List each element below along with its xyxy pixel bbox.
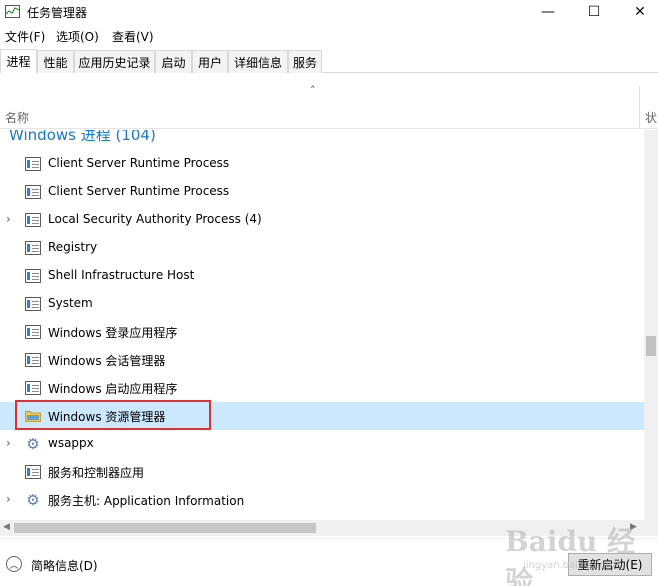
tab-strip: 进程 性能 应用历史记录 启动 用户 详细信息 服务 <box>0 49 658 73</box>
tab-users[interactable]: 用户 <box>192 50 228 73</box>
vertical-scrollbar[interactable] <box>644 130 658 520</box>
scroll-right-icon[interactable]: ▶ <box>630 522 637 532</box>
column-header: ˄ 名称 状 <box>0 74 658 129</box>
process-row[interactable]: Windows 启动应用程序 <box>0 374 644 402</box>
task-manager-icon <box>5 5 20 18</box>
process-name: 服务主机: Application Information <box>48 494 245 508</box>
vertical-scrollbar-thumb[interactable] <box>646 336 656 356</box>
process-name: 服务和控制器应用 <box>48 466 145 480</box>
window-title: 任务管理器 <box>27 6 88 20</box>
scroll-left-icon[interactable]: ◀ <box>3 522 10 532</box>
close-button[interactable]: ✕ <box>617 0 658 24</box>
window-icon <box>25 157 41 171</box>
window-icon <box>25 297 41 311</box>
horizontal-scrollbar-thumb[interactable] <box>14 523 316 533</box>
window-icon <box>25 353 41 367</box>
window-icon <box>25 241 41 255</box>
window-icon <box>25 269 41 283</box>
gear-icon: ⚙ <box>26 491 40 509</box>
process-row[interactable]: 服务和控制器应用 <box>0 458 644 486</box>
menu-bar: 文件(F) 选项(O) 查看(V) <box>0 26 658 46</box>
scrollbar-corner <box>644 520 658 536</box>
menu-view[interactable]: 查看(V) <box>112 28 154 45</box>
process-name: Windows 会话管理器 <box>48 354 166 368</box>
process-name: Windows 启动应用程序 <box>48 382 178 396</box>
process-name: Client Server Runtime Process <box>48 184 230 198</box>
tab-services[interactable]: 服务 <box>288 50 322 73</box>
window-icon <box>25 465 41 479</box>
process-row[interactable]: System <box>0 290 644 318</box>
process-row[interactable]: › ⚙ wsappx <box>0 430 644 458</box>
footer-bar: ︿ 简略信息(D) 重新启动(E) <box>0 538 658 586</box>
window-icon <box>25 213 41 227</box>
process-name: System <box>48 296 93 310</box>
expand-chevron-icon[interactable]: › <box>6 212 11 226</box>
restart-button[interactable]: 重新启动(E) <box>568 553 652 576</box>
horizontal-scrollbar[interactable]: ◀ ▶ <box>0 520 644 536</box>
column-status-header[interactable]: 状 <box>645 109 657 126</box>
process-name: Windows 登录应用程序 <box>48 326 178 340</box>
window-icon <box>25 185 41 199</box>
process-row[interactable]: Client Server Runtime Process <box>0 150 644 178</box>
column-name-header[interactable]: 名称 <box>5 109 29 126</box>
title-bar: 任务管理器 — ☐ ✕ <box>0 0 658 24</box>
process-name: Client Server Runtime Process <box>48 156 230 170</box>
process-row[interactable]: Windows 会话管理器 <box>0 346 644 374</box>
process-name: Shell Infrastructure Host <box>48 268 195 282</box>
tab-details[interactable]: 详细信息 <box>228 50 288 73</box>
menu-file[interactable]: 文件(F) <box>5 28 45 45</box>
process-row[interactable]: › Local Security Authority Process (4) <box>0 206 644 234</box>
process-list: Windows 进程 (104) Client Server Runtime P… <box>0 130 644 520</box>
process-name: Local Security Authority Process (4) <box>48 212 262 226</box>
expand-chevron-icon[interactable]: › <box>6 436 11 450</box>
expand-chevron-icon[interactable]: › <box>6 492 11 506</box>
gear-icon: ⚙ <box>26 435 40 453</box>
window-icon <box>25 325 41 339</box>
fewer-details-link[interactable]: 简略信息(D) <box>31 557 98 574</box>
process-row[interactable]: Windows 登录应用程序 <box>0 318 644 346</box>
column-divider[interactable] <box>639 86 640 129</box>
group-header-windows-processes: Windows 进程 (104) <box>9 130 156 144</box>
process-row[interactable]: Registry <box>0 234 644 262</box>
process-name: Registry <box>48 240 98 254</box>
process-name: wsappx <box>48 436 94 450</box>
tab-processes[interactable]: 进程 <box>0 49 37 73</box>
maximize-button[interactable]: ☐ <box>571 0 617 24</box>
sort-up-icon: ˄ <box>310 84 316 97</box>
tab-app-history[interactable]: 应用历史记录 <box>74 50 155 73</box>
tab-startup[interactable]: 启动 <box>155 50 192 73</box>
tab-performance[interactable]: 性能 <box>37 50 74 73</box>
minimize-button[interactable]: — <box>525 0 571 24</box>
window-icon <box>25 381 41 395</box>
process-row[interactable]: Shell Infrastructure Host <box>0 262 644 290</box>
annotation-highlight-box <box>15 400 211 430</box>
process-row[interactable]: › ⚙ 服务主机: Application Information <box>0 486 644 514</box>
collapse-up-icon[interactable]: ︿ <box>6 556 22 572</box>
process-row[interactable]: Client Server Runtime Process <box>0 178 644 206</box>
menu-options[interactable]: 选项(O) <box>56 28 99 45</box>
